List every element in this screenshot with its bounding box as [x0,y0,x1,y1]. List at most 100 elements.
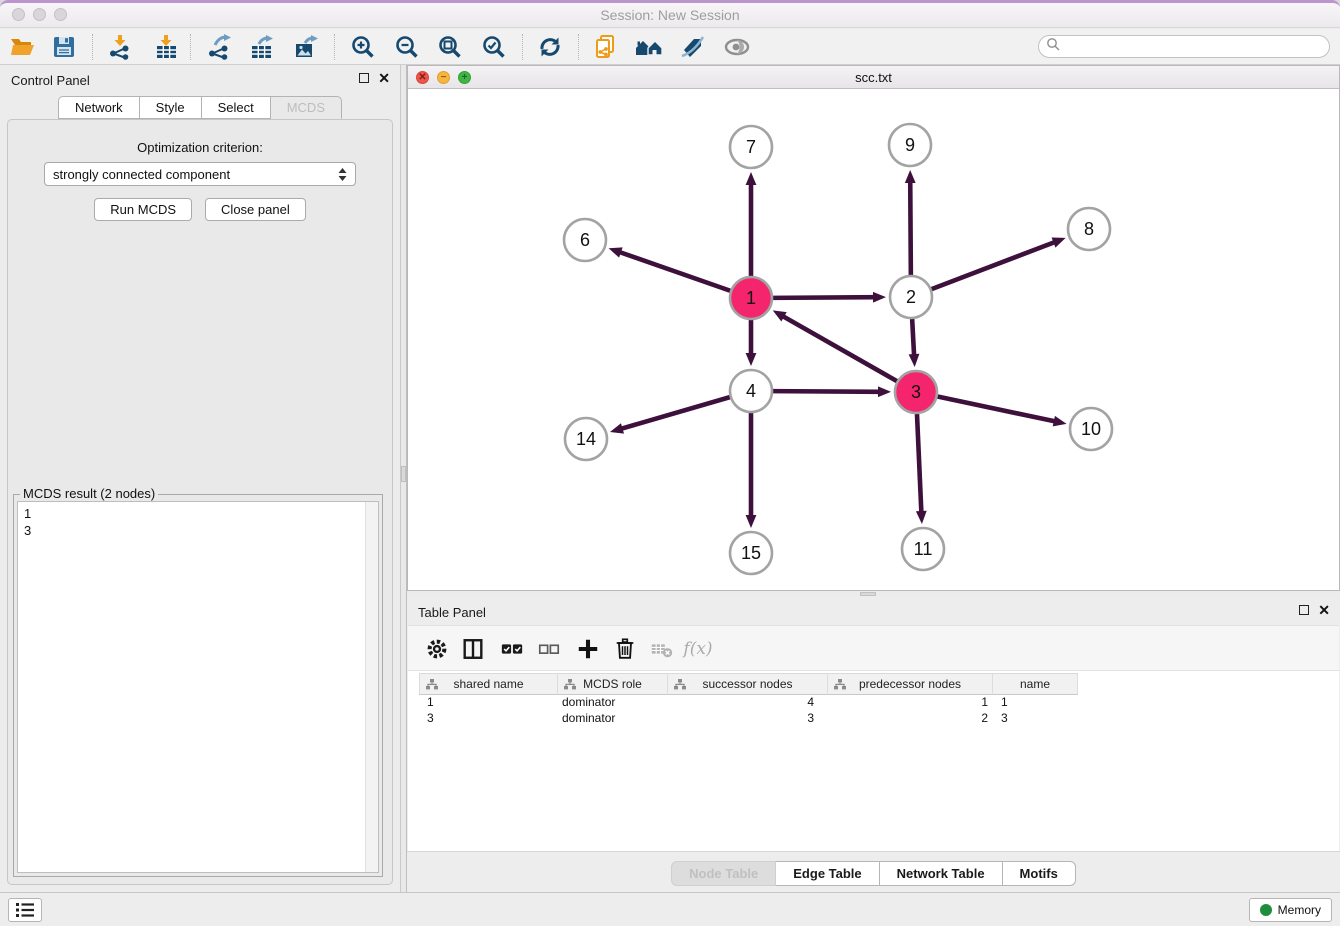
svg-text:3: 3 [911,382,921,402]
function-builder-icon[interactable]: f(x) [685,636,711,662]
import-table-icon[interactable] [152,33,180,61]
deselect-all-columns-icon[interactable] [536,636,562,662]
graph-edge-arrowhead [610,423,624,433]
import-network-icon[interactable] [106,33,134,61]
graph-edge[interactable] [773,391,880,392]
graph-edge[interactable] [910,181,911,275]
close-table-panel-icon[interactable]: ✕ [1318,604,1330,616]
control-panel: Control Panel ✕ Network Style Select MCD… [0,65,400,895]
graph-node-8[interactable]: 8 [1068,208,1110,250]
mcds-result-textarea[interactable]: 13 [17,501,379,873]
svg-text:6: 6 [580,230,590,250]
tab-select[interactable]: Select [202,96,271,119]
app-window: Session: New Session [0,0,1340,926]
table-panel: Table Panel ✕ f(x) [407,597,1340,895]
close-panel-button[interactable]: Close panel [205,198,306,221]
graph-edge[interactable] [621,397,730,429]
graph-edge[interactable] [912,319,914,356]
hide-labels-icon[interactable] [679,33,707,61]
graph-node-2[interactable]: 2 [890,276,932,318]
horizontal-splitter-handle[interactable] [860,592,876,596]
table-cell: 2 [828,711,993,727]
graph-edge-arrowhead [1052,238,1066,248]
export-image-icon[interactable] [292,33,320,61]
graph-node-10[interactable]: 10 [1070,408,1112,450]
export-network-icon[interactable] [205,33,233,61]
table-panel-title: Table Panel [418,605,486,620]
graph-node-4[interactable]: 4 [730,370,772,412]
criterion-dropdown[interactable]: strongly connected component [44,162,356,186]
graph-edge[interactable] [782,316,897,381]
graph-edge[interactable] [619,252,730,291]
graph-node-14[interactable]: 14 [565,418,607,460]
graph-node-3[interactable]: 3 [895,371,937,413]
graph-node-1[interactable]: 1 [730,277,772,319]
table-row[interactable]: 3dominator323 [419,711,1339,727]
search-input[interactable] [1061,36,1329,57]
delete-column-trash-icon[interactable] [612,636,638,662]
column-header-name[interactable]: name [993,673,1078,695]
graph-node-6[interactable]: 6 [564,219,606,261]
table-cell: dominator [558,695,668,711]
table-settings-gear-icon[interactable] [424,636,450,662]
export-table-icon[interactable] [248,33,276,61]
network-graph[interactable]: 7 9 6 8 1 2 4 3 14 10 15 11 [408,89,1339,590]
column-header-successor-nodes[interactable]: successor nodes [668,673,828,695]
table-cell: 1 [419,695,558,711]
show-hide-graphics-eye-icon[interactable] [723,33,751,61]
vertical-splitter-handle[interactable] [401,466,406,482]
save-session-icon[interactable] [50,33,78,61]
column-header-shared-name[interactable]: shared name [419,673,558,695]
memory-button[interactable]: Memory [1249,898,1332,922]
graph-edge[interactable] [917,414,921,513]
graph-edge[interactable] [773,297,875,298]
table-row[interactable]: 1dominator411 [419,695,1339,711]
zoom-fit-icon[interactable] [436,33,464,61]
refresh-layout-icon[interactable] [536,33,564,61]
graph-edge[interactable] [932,242,1056,289]
search-field[interactable] [1038,35,1330,58]
clone-network-icon[interactable] [591,33,619,61]
graph-edge[interactable] [938,397,1056,422]
tab-mcds[interactable]: MCDS [271,96,342,119]
tab-network-table[interactable]: Network Table [880,861,1003,886]
zoom-in-icon[interactable] [349,33,377,61]
show-columns-icon[interactable] [460,636,486,662]
tab-node-table[interactable]: Node Table [671,861,776,886]
close-panel-icon[interactable]: ✕ [378,72,390,84]
column-header-predecessor-nodes[interactable]: predecessor nodes [828,673,993,695]
graph-node-9[interactable]: 9 [889,124,931,166]
select-all-columns-icon[interactable] [499,636,525,662]
task-history-button[interactable] [8,898,42,922]
graph-node-11[interactable]: 11 [902,528,944,570]
column-header-mcds-role[interactable]: MCDS role [558,673,668,695]
result-scrollbar[interactable] [365,502,378,872]
graph-edge-arrowhead [916,511,927,524]
table-cell: 1 [993,695,1078,711]
control-panel-tabs: Network Style Select MCDS [0,96,400,119]
tab-motifs[interactable]: Motifs [1003,861,1076,886]
graph-edge-arrowhead [905,170,916,183]
float-panel-icon[interactable] [359,73,369,83]
zoom-out-icon[interactable] [393,33,421,61]
zoom-selected-icon[interactable] [480,33,508,61]
run-mcds-button[interactable]: Run MCDS [94,198,192,221]
tab-edge-table[interactable]: Edge Table [776,861,879,886]
home-icon[interactable] [635,33,663,61]
svg-text:10: 10 [1081,419,1101,439]
network-canvas[interactable]: 7 9 6 8 1 2 4 3 14 10 15 11 [408,89,1339,590]
tab-network[interactable]: Network [58,96,140,119]
status-bar: Memory [0,892,1340,926]
mcds-result-title: MCDS result (2 nodes) [20,486,158,501]
float-table-panel-icon[interactable] [1299,605,1309,615]
graph-node-7[interactable]: 7 [730,126,772,168]
delete-table-icon[interactable] [649,636,675,662]
mcds-result-group: MCDS result (2 nodes) 13 [13,494,383,877]
open-session-icon[interactable] [8,33,36,61]
tab-style[interactable]: Style [140,96,202,119]
svg-text:2: 2 [906,287,916,307]
add-column-icon[interactable] [575,636,601,662]
graph-node-15[interactable]: 15 [730,532,772,574]
vertical-splitter[interactable] [400,65,407,895]
column-type-icon [674,679,686,693]
